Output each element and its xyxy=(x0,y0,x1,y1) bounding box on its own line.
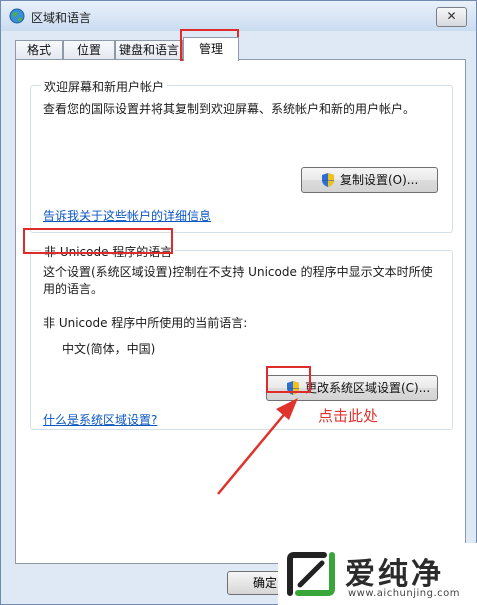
non-unicode-description-line1: 这个设置(系统区域设置)控制在不支持 Unicode 的程序中显示文本时所使 xyxy=(43,265,433,279)
close-icon: ✕ xyxy=(446,9,457,23)
uac-shield-icon xyxy=(322,173,334,187)
region-language-window: 区域和语言 ✕ 格式 位置 键盘和语言 管理 欢迎屏幕和新用户帐户 查看您的国际… xyxy=(0,0,477,605)
current-language-label: 非 Unicode 程序中所使用的当前语言: xyxy=(43,316,248,330)
current-language-value: 中文(简体，中国) xyxy=(62,342,156,356)
annotation-arrow xyxy=(217,398,298,495)
watermark-brand: 爱纯净 xyxy=(345,557,444,592)
copy-settings-label: 复制设置(O)... xyxy=(340,173,419,187)
tab-keyboards-languages[interactable]: 键盘和语言 xyxy=(115,40,183,60)
group-title-highlight-box xyxy=(23,228,173,254)
tab-location[interactable]: 位置 xyxy=(63,40,115,60)
window-title: 区域和语言 xyxy=(31,11,92,25)
brand-logo-icon xyxy=(287,552,335,596)
title-bar: 区域和语言 ✕ xyxy=(1,1,476,31)
watermark-url: www.aichunjing.com xyxy=(348,588,460,599)
system-locale-help-link[interactable]: 什么是系统区域设置? xyxy=(43,411,157,429)
welcome-screen-group: 欢迎屏幕和新用户帐户 查看您的国际设置并将其复制到欢迎屏幕、系统帐户和新的用户帐… xyxy=(30,78,453,233)
change-system-locale-label: 更改系统区域设置(C)... xyxy=(305,381,431,395)
watermark: 爱纯净 www.aichunjing.com xyxy=(278,543,477,605)
copy-settings-button[interactable]: 复制设置(O)... xyxy=(301,167,438,193)
globe-icon xyxy=(9,8,25,24)
welcome-description: 查看您的国际设置并将其复制到欢迎屏幕、系统帐户和新的用户帐户。 xyxy=(43,102,416,116)
tab-administrative[interactable]: 管理 xyxy=(183,37,239,61)
accounts-details-link[interactable]: 告诉我关于这些帐户的详细信息 xyxy=(43,207,211,225)
close-button[interactable]: ✕ xyxy=(436,7,467,27)
non-unicode-description-line2: 用的语言。 xyxy=(43,282,104,296)
tab-formats[interactable]: 格式 xyxy=(15,40,63,60)
welcome-group-title: 欢迎屏幕和新用户帐户 xyxy=(41,78,168,95)
annotation-click-here: 点击此处 xyxy=(318,407,379,425)
